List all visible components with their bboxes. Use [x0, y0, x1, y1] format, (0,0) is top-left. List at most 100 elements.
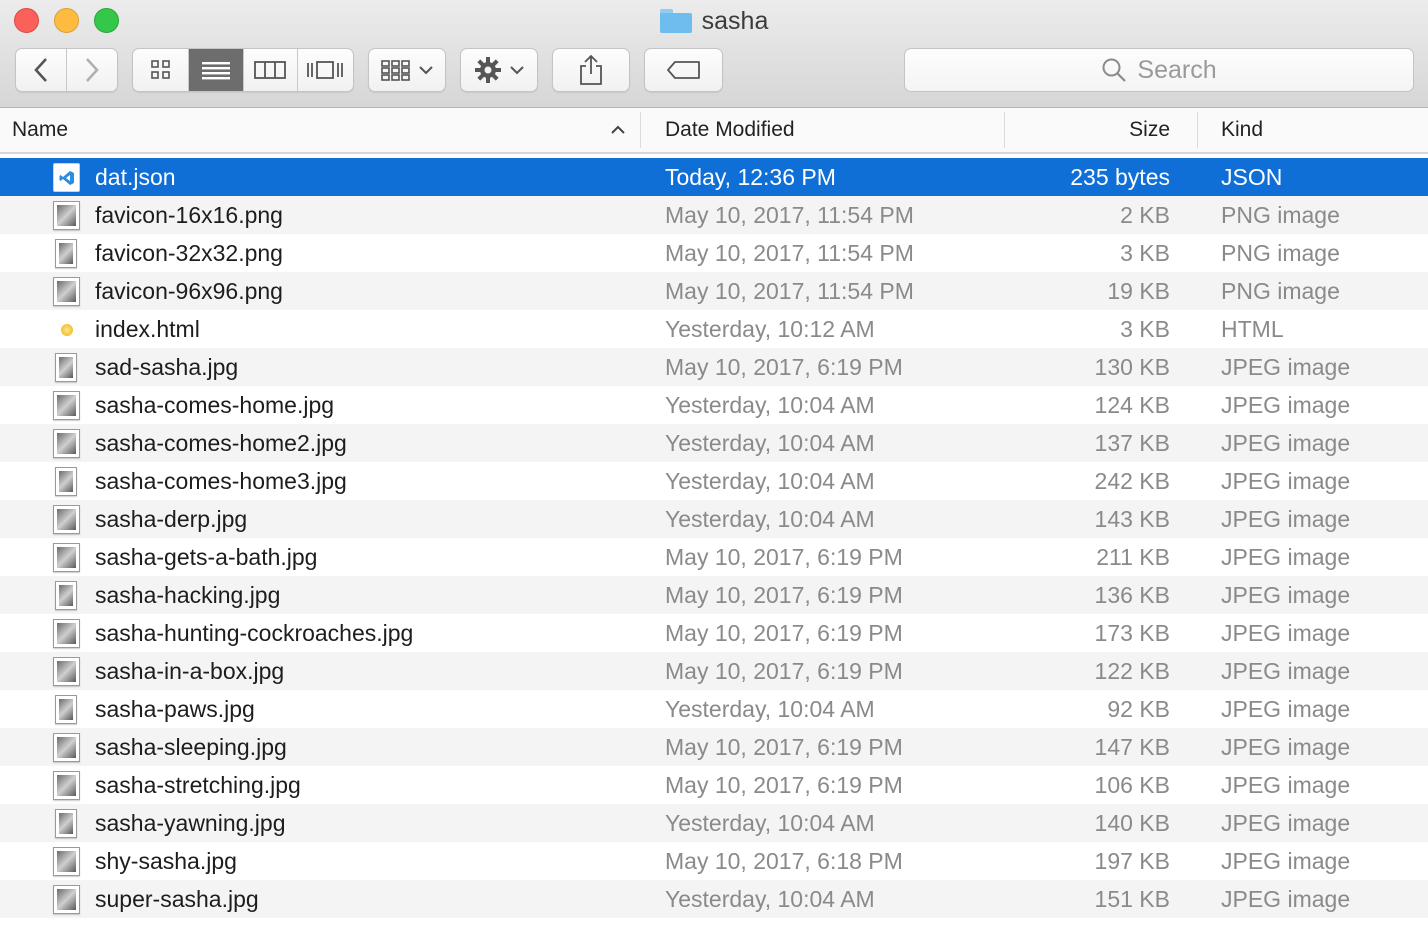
file-date-modified: May 10, 2017, 6:19 PM: [665, 581, 903, 608]
file-name: sasha-comes-home.jpg: [95, 391, 335, 418]
file-date-modified: Yesterday, 10:04 AM: [665, 809, 875, 836]
file-row[interactable]: favicon-32x32.png May 10, 2017, 11:54 PM 3…: [0, 234, 1428, 272]
column-divider[interactable]: [1197, 112, 1198, 148]
file-date-modified: Today, 12:36 PM: [665, 163, 836, 190]
file-name: sasha-comes-home2.jpg: [95, 429, 347, 456]
window-title-bar: sasha: [0, 4, 1428, 38]
image-thumbnail-icon: [53, 543, 80, 572]
file-size: 19 KB: [1107, 277, 1170, 304]
folder-icon: [659, 9, 692, 33]
column-kind-header[interactable]: Kind: [1221, 108, 1263, 152]
file-row[interactable]: sasha-paws.jpg Yesterday, 10:04 AM 92 KB JP…: [0, 690, 1428, 728]
share-button[interactable]: [552, 48, 630, 92]
file-row[interactable]: sasha-in-a-box.jpg May 10, 2017, 6:19 PM 1…: [0, 652, 1428, 690]
file-row[interactable]: sasha-comes-home2.jpg Yesterday, 10:04 AM…: [0, 424, 1428, 462]
file-name: favicon-32x32.png: [95, 239, 283, 266]
image-thumbnail-icon: [53, 657, 80, 686]
file-size: 106 KB: [1094, 771, 1170, 798]
file-kind: JPEG image: [1221, 771, 1351, 798]
file-name: sasha-comes-home3.jpg: [95, 467, 347, 494]
search-icon: [1102, 58, 1127, 82]
file-row[interactable]: sasha-stretching.jpg May 10, 2017, 6:19 P…: [0, 766, 1428, 804]
file-date-modified: May 10, 2017, 6:19 PM: [665, 771, 903, 798]
column-view-button[interactable]: [244, 49, 298, 91]
image-thumbnail-icon: [55, 467, 77, 496]
column-divider[interactable]: [640, 112, 641, 148]
file-row[interactable]: sasha-yawning.jpg Yesterday, 10:04 AM 140 …: [0, 804, 1428, 842]
file-size: 140 KB: [1094, 809, 1170, 836]
share-icon: [580, 54, 602, 85]
file-date-modified: Yesterday, 10:04 AM: [665, 695, 875, 722]
file-size: 151 KB: [1094, 885, 1170, 912]
column-size-label: Size: [1129, 118, 1170, 141]
finder-toolbar: sasha Search: [0, 0, 1428, 108]
image-thumbnail-icon: [53, 847, 80, 876]
file-name: sasha-gets-a-bath.jpg: [95, 543, 318, 570]
file-kind: PNG image: [1221, 201, 1340, 228]
file-row[interactable]: sasha-derp.jpg Yesterday, 10:04 AM 143 KB J…: [0, 500, 1428, 538]
back-button[interactable]: [16, 49, 67, 91]
file-row[interactable]: sad-sasha.jpg May 10, 2017, 6:19 PM 130 KB…: [0, 348, 1428, 386]
tags-button[interactable]: [644, 48, 723, 92]
search-placeholder: Search: [1137, 55, 1217, 84]
column-date-header[interactable]: Date Modified: [665, 108, 795, 152]
file-row[interactable]: dat.json Today, 12:36 PM 235 bytes JSON: [0, 158, 1428, 196]
file-date-modified: Yesterday, 10:04 AM: [665, 885, 875, 912]
file-row[interactable]: sasha-gets-a-bath.jpg May 10, 2017, 6:19 …: [0, 538, 1428, 576]
file-date-modified: Yesterday, 10:04 AM: [665, 467, 875, 494]
file-date-modified: Yesterday, 10:12 AM: [665, 315, 875, 342]
image-thumbnail-icon: [53, 277, 80, 306]
image-thumbnail-icon: [53, 771, 80, 800]
coverflow-view-button[interactable]: [298, 49, 353, 91]
column-kind-label: Kind: [1221, 118, 1264, 141]
chevron-down-icon: [510, 66, 524, 75]
file-row[interactable]: favicon-96x96.png May 10, 2017, 11:54 PM 1…: [0, 272, 1428, 310]
file-kind: JPEG image: [1221, 505, 1351, 532]
file-row[interactable]: sasha-sleeping.jpg May 10, 2017, 6:19 PM 1…: [0, 728, 1428, 766]
file-row[interactable]: index.html Yesterday, 10:12 AM 3 KB HTML: [0, 310, 1428, 348]
columns-icon: [254, 61, 287, 79]
file-row[interactable]: super-sasha.jpg Yesterday, 10:04 AM 151 KB…: [0, 880, 1428, 918]
file-kind: JPEG image: [1221, 733, 1351, 760]
file-row[interactable]: favicon-16x16.png May 10, 2017, 11:54 PM 2…: [0, 196, 1428, 234]
file-date-modified: May 10, 2017, 6:19 PM: [665, 657, 903, 684]
file-size: 147 KB: [1094, 733, 1170, 760]
file-size: 136 KB: [1094, 581, 1170, 608]
column-name-header[interactable]: Name: [12, 108, 640, 152]
file-row[interactable]: sasha-comes-home.jpg Yesterday, 10:04 AM 1…: [0, 386, 1428, 424]
file-row[interactable]: sasha-comes-home3.jpg Yesterday, 10:04 AM…: [0, 462, 1428, 500]
image-thumbnail-icon: [53, 885, 80, 914]
file-date-modified: May 10, 2017, 11:54 PM: [665, 201, 914, 228]
search-field[interactable]: Search: [904, 48, 1414, 92]
file-name: favicon-96x96.png: [95, 277, 283, 304]
file-date-modified: Yesterday, 10:04 AM: [665, 391, 875, 418]
file-name: sasha-hacking.jpg: [95, 581, 281, 608]
arrange-button[interactable]: [368, 48, 446, 92]
file-kind: JPEG image: [1221, 429, 1351, 456]
forward-button[interactable]: [67, 49, 118, 91]
file-size: 173 KB: [1094, 619, 1170, 646]
image-thumbnail-icon: [53, 201, 80, 230]
file-row[interactable]: sasha-hunting-cockroaches.jpg May 10, 201…: [0, 614, 1428, 652]
file-date-modified: Yesterday, 10:04 AM: [665, 505, 875, 532]
grid-icon: [150, 60, 170, 79]
file-size: 242 KB: [1094, 467, 1170, 494]
column-size-header[interactable]: Size: [1004, 108, 1170, 152]
file-name: index.html: [95, 315, 200, 342]
file-kind: JPEG image: [1221, 543, 1351, 570]
list-icon: [202, 62, 231, 80]
file-row[interactable]: sasha-hacking.jpg May 10, 2017, 6:19 PM 13…: [0, 576, 1428, 614]
list-view-button[interactable]: [189, 49, 244, 91]
file-row[interactable]: shy-sasha.jpg May 10, 2017, 6:18 PM 197 KB…: [0, 842, 1428, 880]
file-kind: JPEG image: [1221, 581, 1351, 608]
icon-view-button[interactable]: [133, 49, 190, 91]
column-header: Name Date Modified Size Kind: [0, 108, 1428, 154]
file-name: sasha-hunting-cockroaches.jpg: [95, 619, 414, 646]
file-size: 130 KB: [1094, 353, 1170, 380]
image-thumbnail-icon: [55, 581, 77, 610]
window-title: sasha: [701, 6, 769, 35]
image-thumbnail-icon: [53, 391, 80, 420]
action-button[interactable]: [460, 48, 538, 92]
image-thumbnail-icon: [55, 695, 77, 724]
file-name: favicon-16x16.png: [95, 201, 283, 228]
